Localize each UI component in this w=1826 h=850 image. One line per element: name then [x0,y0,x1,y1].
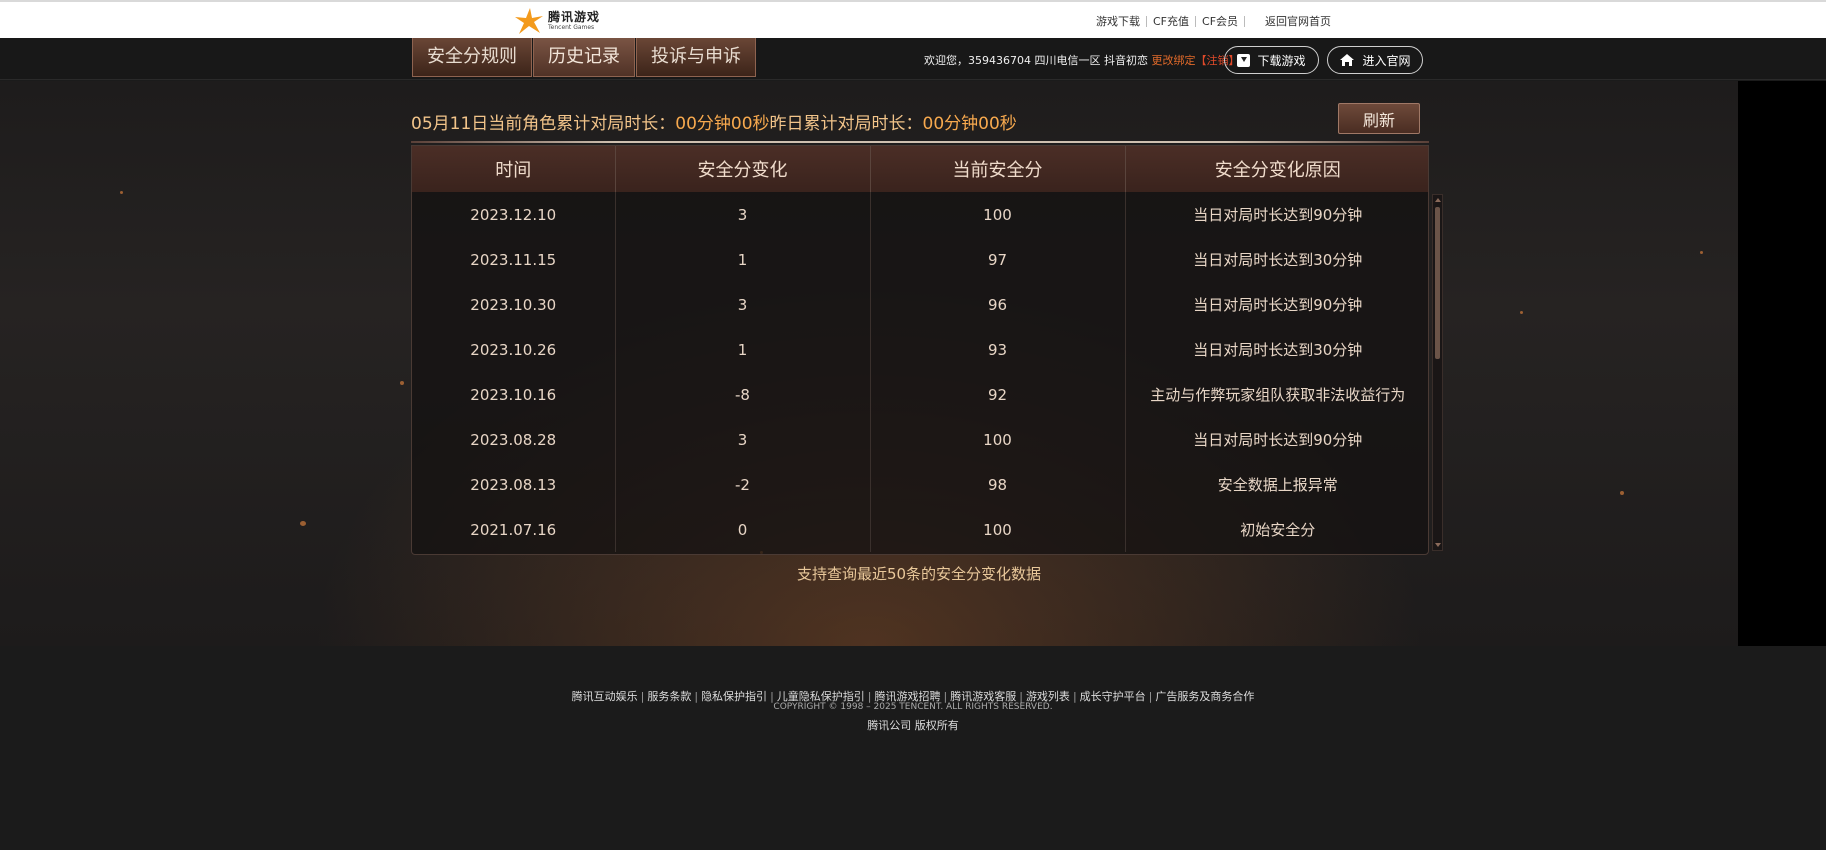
cell-time: 2023.08.13 [412,462,616,507]
cell-reason: 当日对局时长达到30分钟 [1193,341,1363,359]
footer: 腾讯互动娱乐 | 服务条款 | 隐私保护指引 | 儿童隐私保护指引 | 腾讯游戏招聘 | 腾讯游戏客… [0,646,1826,850]
link-cf-member[interactable]: CF会员 [1196,13,1244,29]
table-row: 2023.08.28 3 100 当日对局时长达到90分钟 [412,417,1428,462]
nav-bar: 安全分规则 历史记录 投诉与申诉 欢迎您，359436704 四川电信一区 抖音… [0,38,1826,80]
tab-complaint-appeal[interactable]: 投诉与申诉 [636,38,756,77]
spark-decoration [400,381,404,385]
history-table: 时间 安全分变化 当前安全分 安全分变化原因 2023.12.10 3 100 当日对… [412,146,1428,552]
download-game-label: 下载游戏 [1257,53,1306,68]
tencent-games-logo[interactable]: 腾讯游戏 Tencent Games [514,7,600,35]
user-info: 欢迎您，359436704 四川电信一区 抖音初恋 更改绑定【注销】 [924,52,1239,68]
cell-current-score: 100 [870,417,1126,462]
cell-current-score: 100 [870,192,1126,237]
table-header-row: 时间 安全分变化 当前安全分 安全分变化原因 [412,146,1428,192]
spark-decoration [300,521,306,526]
cell-reason: 当日对局时长达到30分钟 [1193,251,1363,269]
cell-reason: 当日对局时长达到90分钟 [1193,206,1363,224]
link-return-home[interactable]: 返回官网首页 [1259,13,1337,29]
spark-decoration [1620,491,1624,495]
copyright-text: COPYRIGHT © 1998 – 2025 TENCENT. ALL RIG… [773,702,1053,712]
query-limit-note: 支持查询最近50条的安全分变化数据 [796,565,1042,583]
welcome-text: 欢迎您，359436704 四川电信一区 抖音初恋 [924,54,1152,67]
cell-time: 2021.07.16 [412,507,616,552]
history-table-container: 时间 安全分变化 当前安全分 安全分变化原因 2023.12.10 3 100 当日对… [411,145,1429,555]
cell-score-change: 3 [615,282,871,327]
link-cf-recharge[interactable]: CF充值 [1147,13,1195,29]
cell-time: 2023.10.16 [412,372,616,417]
today-play-time: 00分钟00秒 [675,114,770,134]
summary-prefix: 05月11日当前角色累计对局时长： [411,114,676,134]
spark-decoration [1700,251,1703,254]
scroll-thumb[interactable] [1435,207,1440,359]
play-time-summary: 05月11日当前角色累计对局时长：00分钟00秒昨日累计对局时长：00分钟00秒 [411,109,1017,134]
tab-list: 安全分规则 历史记录 投诉与申诉 [412,38,757,77]
cell-time: 2023.11.15 [412,237,616,282]
divider [1244,15,1246,27]
cell-time: 2023.10.30 [412,282,616,327]
scroll-down-arrow-icon[interactable] [1435,543,1441,547]
table-row: 2023.10.26 1 93 当日对局时长达到30分钟 [412,327,1428,372]
enter-site-label: 进入官网 [1362,53,1411,68]
table-row: 2023.10.16 -8 92 主动与作弊玩家组队获取非法收益行为 [412,372,1428,417]
cell-score-change: 3 [615,192,871,237]
cell-current-score: 98 [870,462,1126,507]
cell-score-change: -8 [615,372,871,417]
cell-current-score: 93 [870,327,1126,372]
spark-decoration [1520,311,1523,314]
company-text: 腾讯公司 版权所有 [867,719,959,732]
table-scrollbar[interactable] [1432,194,1443,551]
cell-score-change: 1 [615,327,871,372]
main-content: 05月11日当前角色累计对局时长：00分钟00秒昨日累计对局时长：00分钟00秒… [0,81,1738,646]
home-icon [1339,53,1355,67]
cell-current-score: 97 [870,237,1126,282]
table-row: 2023.11.15 1 97 当日对局时长达到30分钟 [412,237,1428,282]
column-header-reason: 安全分变化原因 [1125,146,1428,192]
logo-cn-text: 腾讯游戏 [548,10,601,24]
right-edge-panel [1738,81,1826,646]
table-row: 2023.10.30 3 96 当日对局时长达到90分钟 [412,282,1428,327]
column-header-time: 时间 [412,146,616,192]
link-game-download[interactable]: 游戏下载 [1090,13,1146,29]
table-row: 2023.08.13 -2 98 安全数据上报异常 [412,462,1428,507]
cell-score-change: -2 [615,462,871,507]
column-header-current-score: 当前安全分 [870,146,1126,192]
cell-score-change: 0 [615,507,871,552]
scroll-up-arrow-icon[interactable] [1435,198,1441,202]
download-icon [1237,53,1251,67]
cell-reason: 当日对局时长达到90分钟 [1193,431,1363,449]
tab-history[interactable]: 历史记录 [533,38,635,77]
table-row: 2023.12.10 3 100 当日对局时长达到90分钟 [412,192,1428,237]
refresh-button[interactable]: 刷新 [1338,103,1420,134]
top-header: 腾讯游戏 Tencent Games 游戏下载 CF充值 CF会员 返回官网首页 [0,0,1826,38]
cell-current-score: 96 [870,282,1126,327]
header-divider [411,141,1429,143]
table-row: 2021.07.16 0 100 初始安全分 [412,507,1428,552]
cell-time: 2023.10.26 [412,327,616,372]
enter-site-button[interactable]: 进入官网 [1327,46,1423,74]
cell-current-score: 100 [870,507,1126,552]
cell-time: 2023.08.28 [412,417,616,462]
cell-reason: 主动与作弊玩家组队获取非法收益行为 [1150,386,1406,404]
cell-reason: 当日对局时长达到90分钟 [1193,296,1363,314]
yesterday-play-time: 00分钟00秒 [922,114,1017,134]
download-game-button[interactable]: 下载游戏 [1224,46,1319,74]
cell-score-change: 1 [615,237,871,282]
cell-score-change: 3 [615,417,871,462]
cell-reason: 初始安全分 [1240,521,1316,539]
logo-en-text: Tencent Games [548,24,595,31]
change-bind-link[interactable]: 更改绑定 [1151,54,1195,67]
spark-decoration [120,191,123,194]
tencent-star-icon [514,7,544,35]
tab-security-rules[interactable]: 安全分规则 [412,38,532,77]
cell-time: 2023.12.10 [412,192,616,237]
column-header-score-change: 安全分变化 [615,146,871,192]
summary-mid: 昨日累计对局时长： [769,114,923,134]
top-links: 游戏下载 CF充值 CF会员 返回官网首页 [1090,13,1337,29]
cell-reason: 安全数据上报异常 [1217,476,1338,494]
cell-current-score: 92 [870,372,1126,417]
